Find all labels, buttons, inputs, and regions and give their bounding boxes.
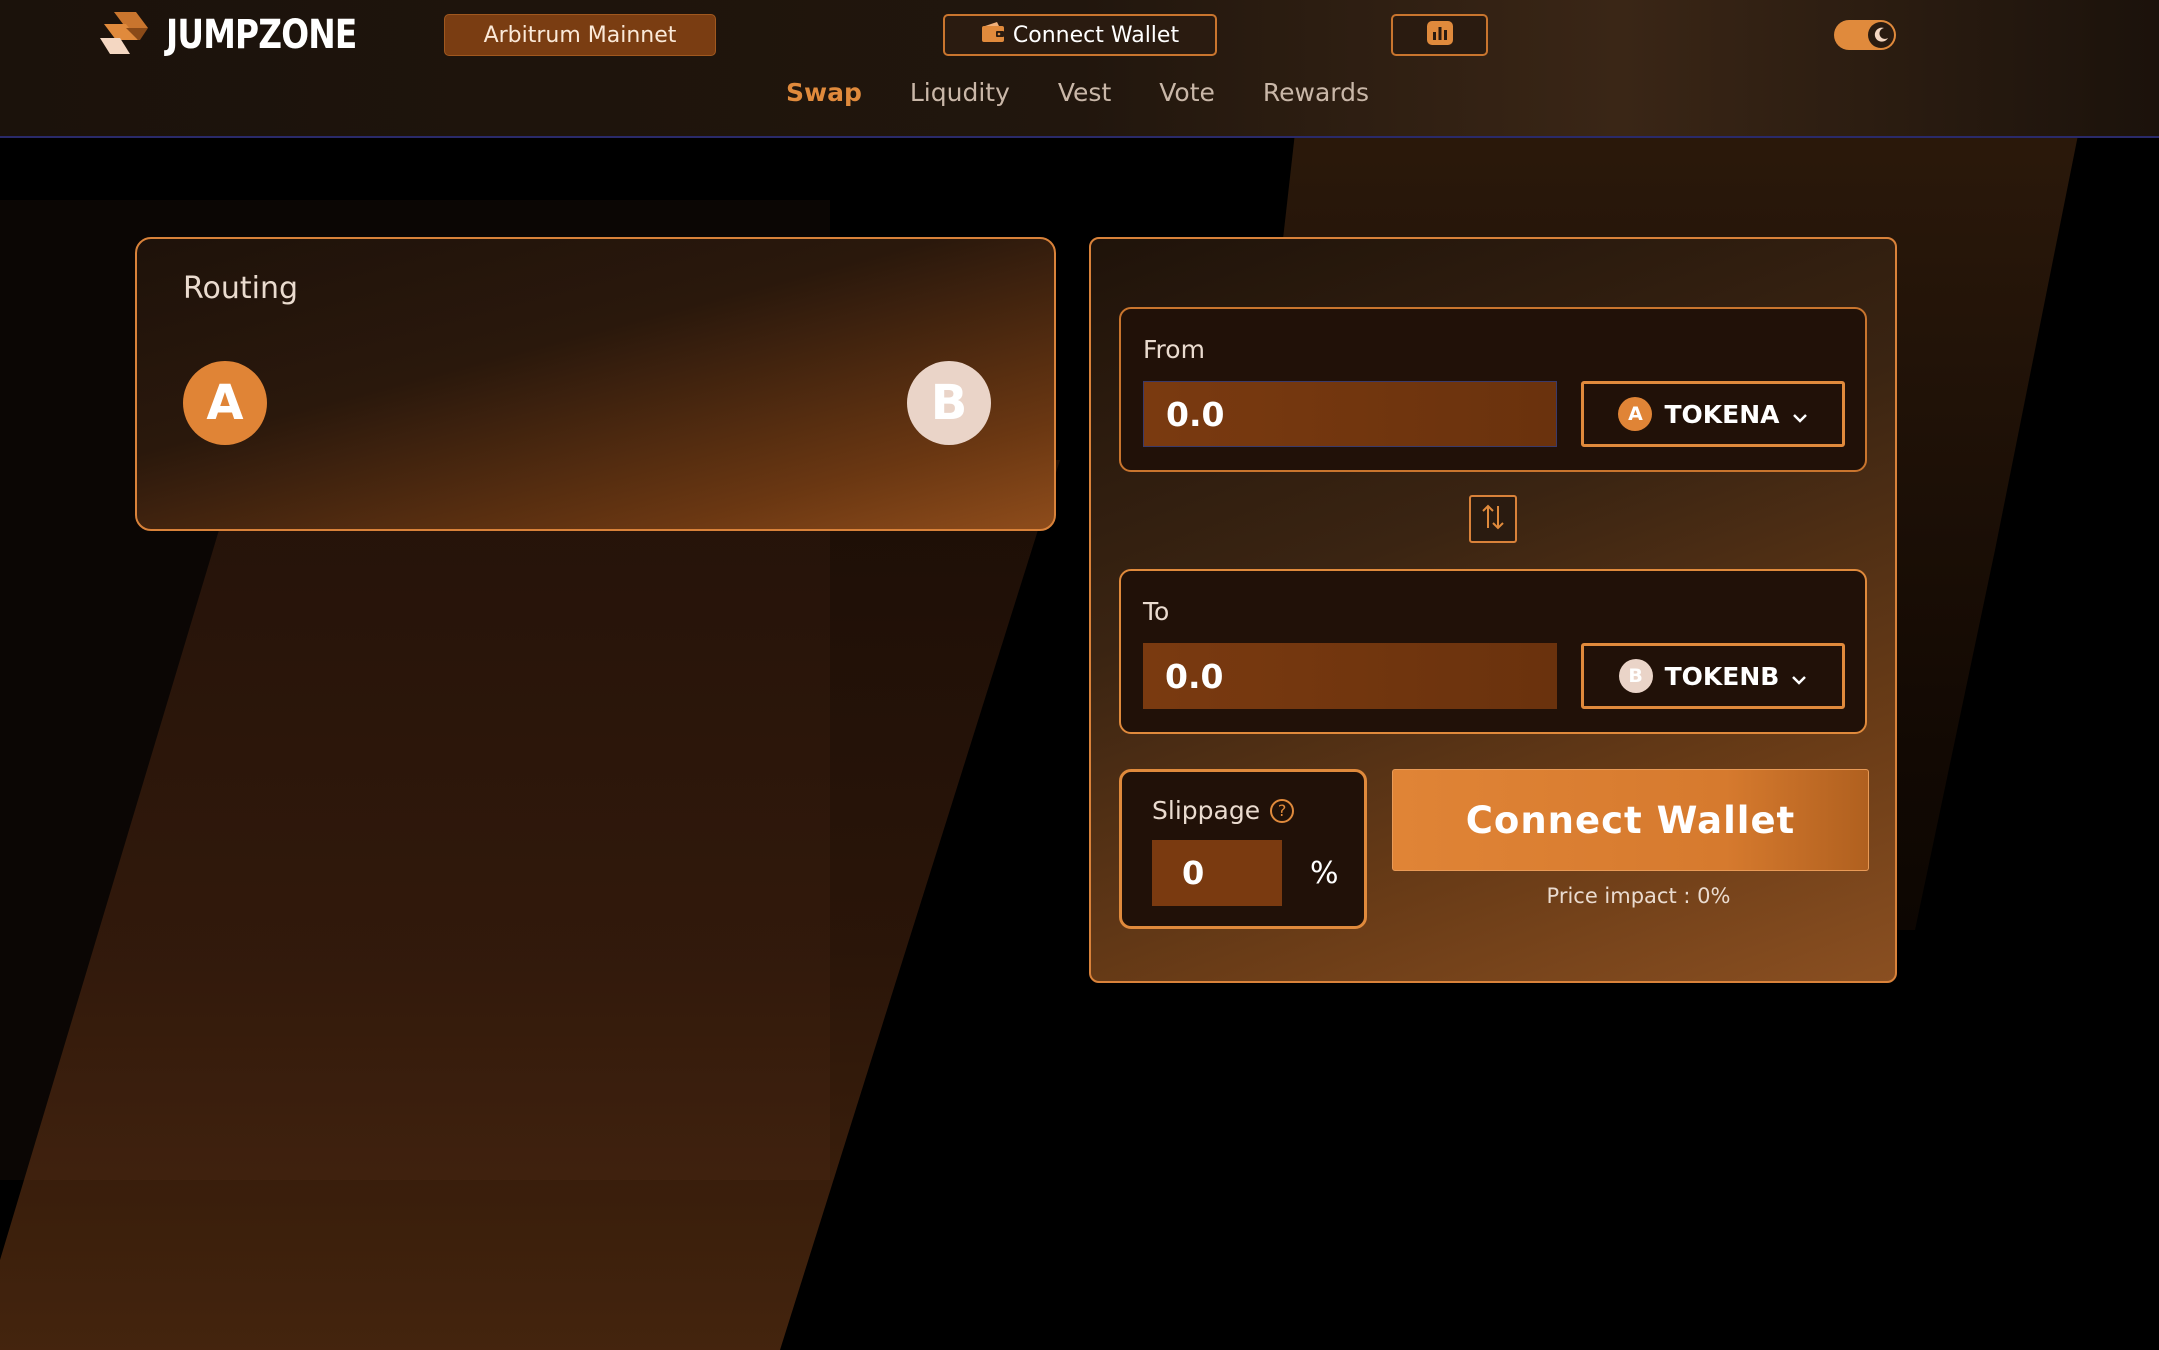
nav-item-vote[interactable]: Vote [1159, 78, 1215, 107]
top-header: JUMPZONE Arbitrum Mainnet Connect Wallet [0, 0, 2159, 138]
token-a-badge: A [1618, 397, 1653, 431]
main-nav: Swap Liqudity Vest Vote Rewards [786, 78, 1369, 107]
slippage-input[interactable] [1152, 840, 1282, 906]
to-token-box: To B TOKENB [1119, 569, 1867, 734]
header-connect-wallet-label: Connect Wallet [1012, 22, 1180, 48]
moon-icon [1868, 22, 1894, 48]
to-label: To [1143, 597, 1170, 626]
nav-item-liquidity[interactable]: Liqudity [910, 78, 1010, 107]
wallet-icon [981, 21, 1005, 49]
from-token-box: From A TOKENA [1119, 307, 1867, 472]
swap-vertical-icon [1480, 502, 1506, 536]
header-connect-wallet-button[interactable]: Connect Wallet [943, 14, 1217, 56]
brand-name: JUMPZONE [166, 12, 357, 58]
theme-toggle[interactable] [1834, 20, 1896, 50]
from-token-name: TOKENA [1664, 399, 1780, 429]
price-impact-text: Price impact : 0% [1546, 884, 1731, 908]
routing-title: Routing [183, 271, 299, 306]
from-token-selector[interactable]: A TOKENA [1581, 381, 1845, 447]
switch-tokens-button[interactable] [1469, 495, 1517, 543]
network-selector-button[interactable]: Arbitrum Mainnet [444, 14, 716, 56]
route-node-b: B [907, 361, 991, 445]
connect-wallet-button[interactable]: Connect Wallet [1392, 769, 1869, 871]
chevron-down-icon [1792, 400, 1808, 429]
logo[interactable]: JUMPZONE [100, 10, 398, 60]
help-icon[interactable]: ? [1270, 798, 1295, 823]
to-token-name: TOKENB [1664, 661, 1780, 691]
stats-button[interactable] [1391, 14, 1488, 56]
route-node-a: A [183, 361, 267, 445]
slippage-label: Slippage ? [1152, 796, 1295, 825]
token-b-badge: B [1618, 659, 1653, 693]
nav-item-rewards[interactable]: Rewards [1263, 78, 1369, 107]
swap-panel: From A TOKENA To B TOKENB [1089, 237, 1897, 983]
routing-panel: Routing A B [135, 237, 1056, 531]
nav-item-vest[interactable]: Vest [1058, 78, 1111, 107]
slippage-unit: % [1310, 856, 1339, 891]
slippage-box: Slippage ? % [1119, 769, 1367, 929]
logo-icon [100, 10, 152, 60]
from-amount-input[interactable] [1143, 381, 1557, 447]
chevron-down-icon [1791, 662, 1807, 691]
to-token-selector[interactable]: B TOKENB [1581, 643, 1845, 709]
nav-item-swap[interactable]: Swap [786, 78, 862, 107]
to-amount-input[interactable] [1143, 643, 1557, 709]
bar-chart-icon [1426, 21, 1453, 49]
slippage-label-text: Slippage [1152, 796, 1261, 825]
from-label: From [1143, 335, 1205, 364]
